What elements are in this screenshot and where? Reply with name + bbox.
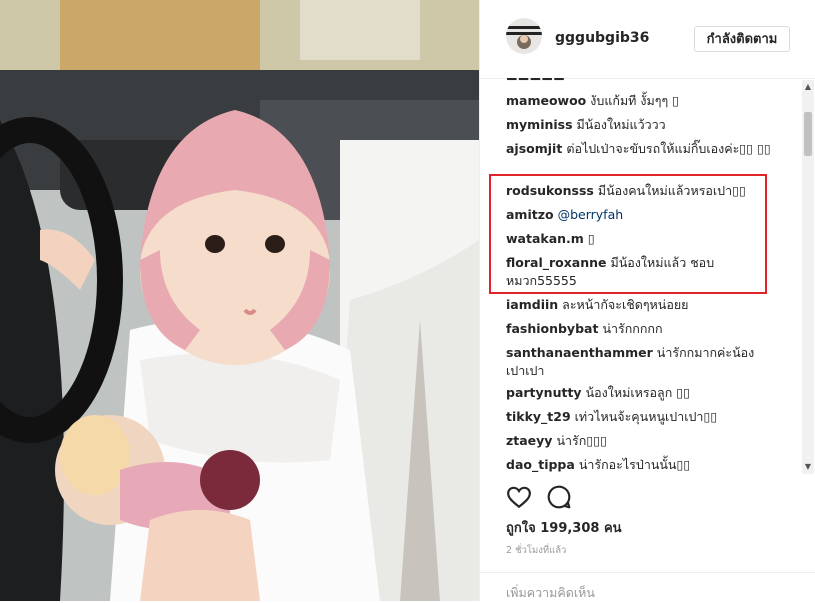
comment-text: งับแก้มที งั้มๆๆ ▯ xyxy=(590,93,680,108)
comment-text: น้องใหม่เหรอลูก ▯▯ xyxy=(585,385,691,400)
list-item: mameowoo งับแก้มที งั้มๆๆ ▯ xyxy=(506,92,776,110)
list-item: ztaeyy น่ารัก▯▯▯ xyxy=(506,432,776,450)
following-button[interactable]: กำลังติดตาม xyxy=(694,26,790,52)
comment-text: เท่วไหนจ้ะคุนหนูเปาเปา▯▯ xyxy=(574,409,718,424)
comment-username[interactable]: iamdiin xyxy=(506,297,558,312)
list-item: ajsomjit ต่อไปเป่าจะขับรถให้แม่กิ๊บเองค่ะ… xyxy=(506,140,776,158)
like-count[interactable]: ถูกใจ 199,308 คน xyxy=(506,517,622,538)
comment-username[interactable]: ajsomjit xyxy=(506,141,562,156)
comment-username[interactable]: ztaeyy xyxy=(506,433,552,448)
highlight-box xyxy=(489,174,767,294)
post-header: gggubgib36 กำลังติดตาม xyxy=(480,0,815,79)
comment-text: น่ารักกกกก xyxy=(602,321,663,336)
post-author-username[interactable]: gggubgib36 xyxy=(555,30,649,46)
comment-username[interactable]: partynutty xyxy=(506,385,582,400)
comment-icon[interactable] xyxy=(546,484,574,512)
comment-username[interactable]: tikky_t29 xyxy=(506,409,571,424)
list-item: santhanaenthammer น่ารักกมากค่ะน้องเปาเปา xyxy=(506,344,776,380)
list-item: myminiss มีน้องใหม่แว้ววว xyxy=(506,116,776,134)
comment-username[interactable]: mameowoo xyxy=(506,93,586,108)
comment-text: น่ารัก▯▯▯ xyxy=(556,433,607,448)
comment-item-partial: ▬▬▬▬▬ xyxy=(506,78,776,86)
avatar[interactable] xyxy=(506,18,542,54)
heart-icon[interactable] xyxy=(506,484,534,512)
comment-text: ต่อไปเป่าจะขับรถให้แม่กิ๊บเองค่ะ▯▯ ▯▯ xyxy=(566,141,771,156)
comment-username[interactable]: dao_tippa xyxy=(506,457,575,472)
list-item: tikky_t29 เท่วไหนจ้ะคุนหนูเปาเปา▯▯ xyxy=(506,408,776,426)
scrollbar-thumb[interactable] xyxy=(804,112,812,156)
post-photo xyxy=(0,0,479,601)
comment-username[interactable]: myminiss xyxy=(506,117,573,132)
post-side-panel: gggubgib36 กำลังติดตาม ▬▬▬▬▬ mameowoo งับ… xyxy=(479,0,815,601)
comment-username[interactable]: santhanaenthammer xyxy=(506,345,653,360)
list-item: dao_tippa น่ารักอะไรป่านนั้น▯▯ xyxy=(506,456,776,474)
add-comment-area: เพิ่มความคิดเห็น xyxy=(480,572,815,602)
scroll-up-icon[interactable]: ▲ xyxy=(802,80,814,94)
post-timestamp: 2 ชั่วโมงที่แล้ว xyxy=(506,545,567,556)
comment-input[interactable]: เพิ่มความคิดเห็น xyxy=(506,583,796,603)
scroll-down-icon[interactable]: ▼ xyxy=(802,460,814,474)
list-item: iamdiin ละหน้ากัจะเชิดๆหน่อยย xyxy=(506,296,776,314)
list-item: partynutty น้องใหม่เหรอลูก ▯▯ xyxy=(506,384,776,402)
post-actions xyxy=(506,484,806,514)
comment-text: น่ารักอะไรป่านนั้น▯▯ xyxy=(578,457,691,472)
comment-text: มีน้องใหม่แว้ววว xyxy=(576,117,666,132)
comment-scrollbar[interactable]: ▲ ▼ xyxy=(802,80,814,474)
comment-text: ละหน้ากัจะเชิดๆหน่อยย xyxy=(562,297,689,312)
list-item: fashionbybat น่ารักกกกก xyxy=(506,320,776,338)
comment-username[interactable]: fashionbybat xyxy=(506,321,598,336)
